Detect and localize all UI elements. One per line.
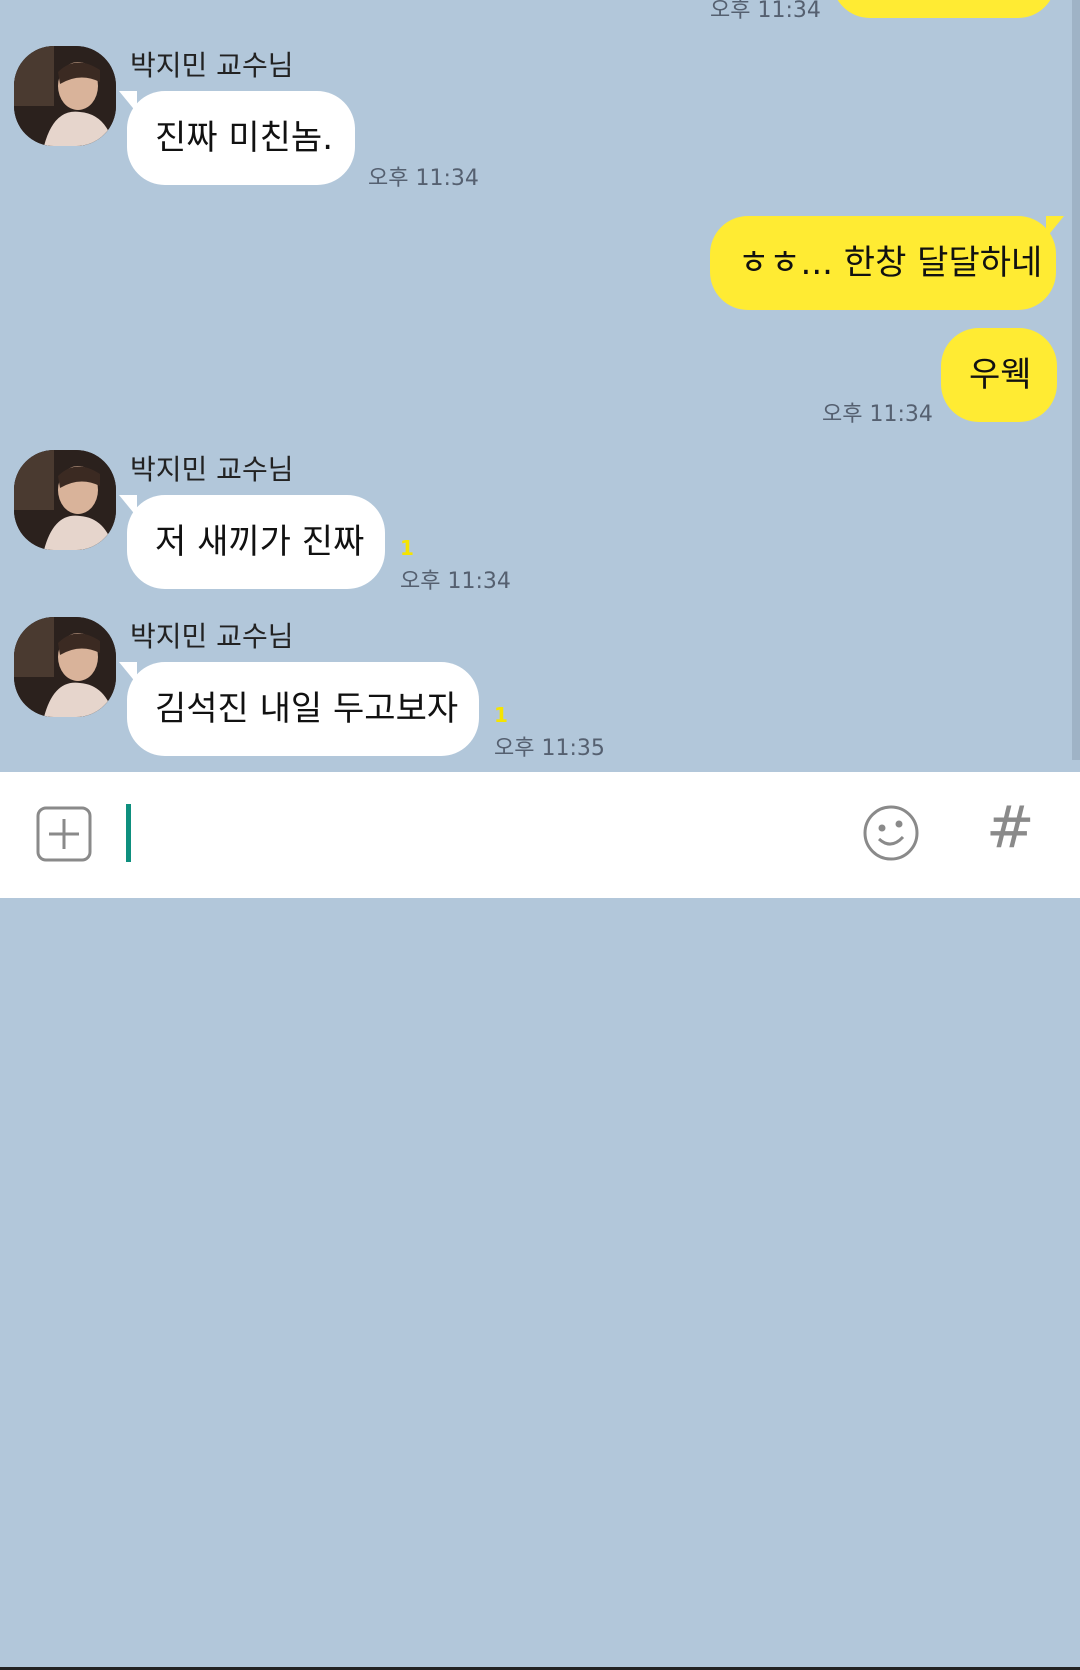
message-time: 오후 11:34 — [368, 166, 479, 191]
sender-name: 박지민 교수님 — [130, 49, 294, 82]
avatar[interactable] — [14, 450, 116, 550]
message-bubble[interactable]: 진짜 미친놈. — [119, 91, 355, 185]
message-time: 오후 11:34 — [400, 569, 511, 594]
message-input-field[interactable] — [126, 804, 131, 862]
sender-name: 박지민 교수님 — [130, 453, 294, 486]
message-bubble[interactable]: 저 새끼가 진짜 — [119, 495, 385, 589]
message-bubble[interactable]: ㅎㅎ... 한창 달달하네 — [710, 216, 1064, 310]
message-time: 오후 11:35 — [494, 736, 605, 761]
message-bubble-partial — [832, 0, 1056, 18]
smiley-icon[interactable] — [862, 804, 920, 862]
message-bubble[interactable]: 우웩 — [941, 328, 1057, 422]
message-time: 오후 11:34 — [710, 0, 821, 23]
sender-name: 박지민 교수님 — [130, 620, 294, 653]
scrollbar[interactable] — [1072, 0, 1080, 760]
message-bubble[interactable]: 김석진 내일 두고보자 — [119, 662, 479, 756]
message-time: 오후 11:34 — [822, 402, 933, 427]
avatar[interactable] — [14, 46, 116, 146]
plus-square-icon[interactable] — [36, 806, 92, 862]
hash-icon[interactable]: # — [986, 798, 1035, 856]
unread-count: 1 — [400, 536, 414, 560]
message-input-bar: # — [0, 772, 1080, 1670]
chat-area[interactable]: 오후 11:34 박지민 교수님 진짜 미친놈. 오후 11:34 ㅎㅎ... … — [0, 0, 1080, 772]
avatar[interactable] — [14, 617, 116, 717]
unread-count: 1 — [494, 703, 508, 727]
